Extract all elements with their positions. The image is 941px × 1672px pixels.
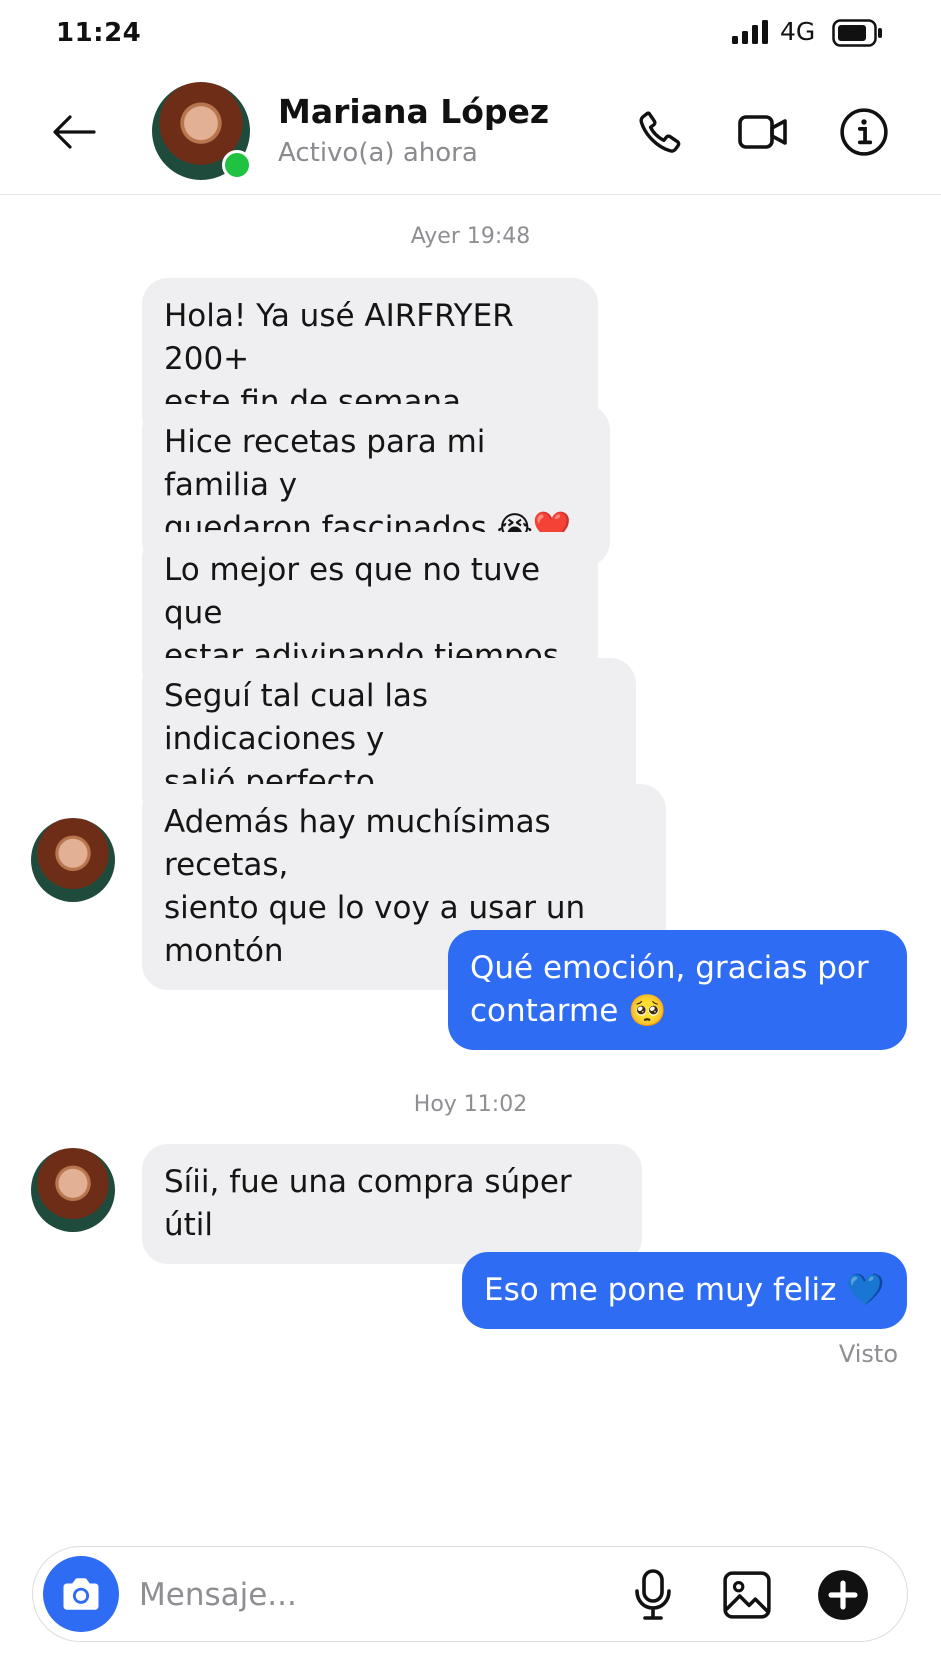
gallery-button[interactable] bbox=[719, 1567, 775, 1623]
camera-icon bbox=[63, 1578, 99, 1610]
back-button[interactable] bbox=[48, 106, 100, 158]
contact-avatar-small[interactable] bbox=[31, 818, 115, 902]
status-bar: 11:24 4G bbox=[0, 0, 941, 70]
contact-status: Activo(a) ahora bbox=[278, 138, 478, 168]
date-separator: Hoy 11:02 bbox=[413, 1092, 528, 1117]
video-call-button[interactable] bbox=[735, 104, 791, 160]
chat-header: Mariana López Activo(a) ahora bbox=[0, 70, 941, 195]
video-camera-icon bbox=[738, 115, 787, 149]
message-bubble-outgoing[interactable]: Qué emoción, gracias por contarme 🥺 bbox=[448, 930, 907, 1050]
call-button[interactable] bbox=[632, 104, 688, 160]
signal-icon bbox=[732, 20, 768, 44]
avatar-image bbox=[31, 1148, 115, 1232]
microphone-icon bbox=[635, 1569, 671, 1620]
message-input[interactable] bbox=[137, 1565, 561, 1625]
online-indicator bbox=[222, 150, 252, 180]
network-label: 4G bbox=[780, 17, 816, 46]
microphone-button[interactable] bbox=[625, 1567, 681, 1623]
date-separator: Ayer 19:48 bbox=[410, 224, 531, 249]
info-button[interactable] bbox=[836, 104, 892, 160]
camera-button[interactable] bbox=[43, 1556, 119, 1632]
message-bubble-outgoing[interactable]: Eso me pone muy feliz 💙 bbox=[462, 1252, 907, 1329]
contact-name[interactable]: Mariana López bbox=[278, 92, 549, 131]
plus-icon bbox=[818, 1570, 868, 1620]
status-time: 11:24 bbox=[56, 18, 142, 48]
contact-avatar-small[interactable] bbox=[31, 1148, 115, 1232]
info-icon bbox=[840, 108, 888, 156]
phone-icon bbox=[639, 111, 681, 153]
seen-receipt: Visto bbox=[838, 1340, 898, 1368]
back-arrow-icon bbox=[53, 115, 96, 149]
contact-avatar[interactable] bbox=[152, 82, 252, 180]
message-list[interactable]: Ayer 19:48 Hola! Ya usé AIRFRYER 200+ es… bbox=[0, 196, 941, 1536]
more-options-button[interactable] bbox=[815, 1567, 871, 1623]
battery-icon bbox=[832, 19, 882, 47]
message-bubble-incoming[interactable]: Síii, fue una compra súper útil bbox=[142, 1144, 642, 1264]
message-composer bbox=[32, 1546, 908, 1642]
avatar-image bbox=[31, 818, 115, 902]
image-icon bbox=[723, 1571, 771, 1619]
